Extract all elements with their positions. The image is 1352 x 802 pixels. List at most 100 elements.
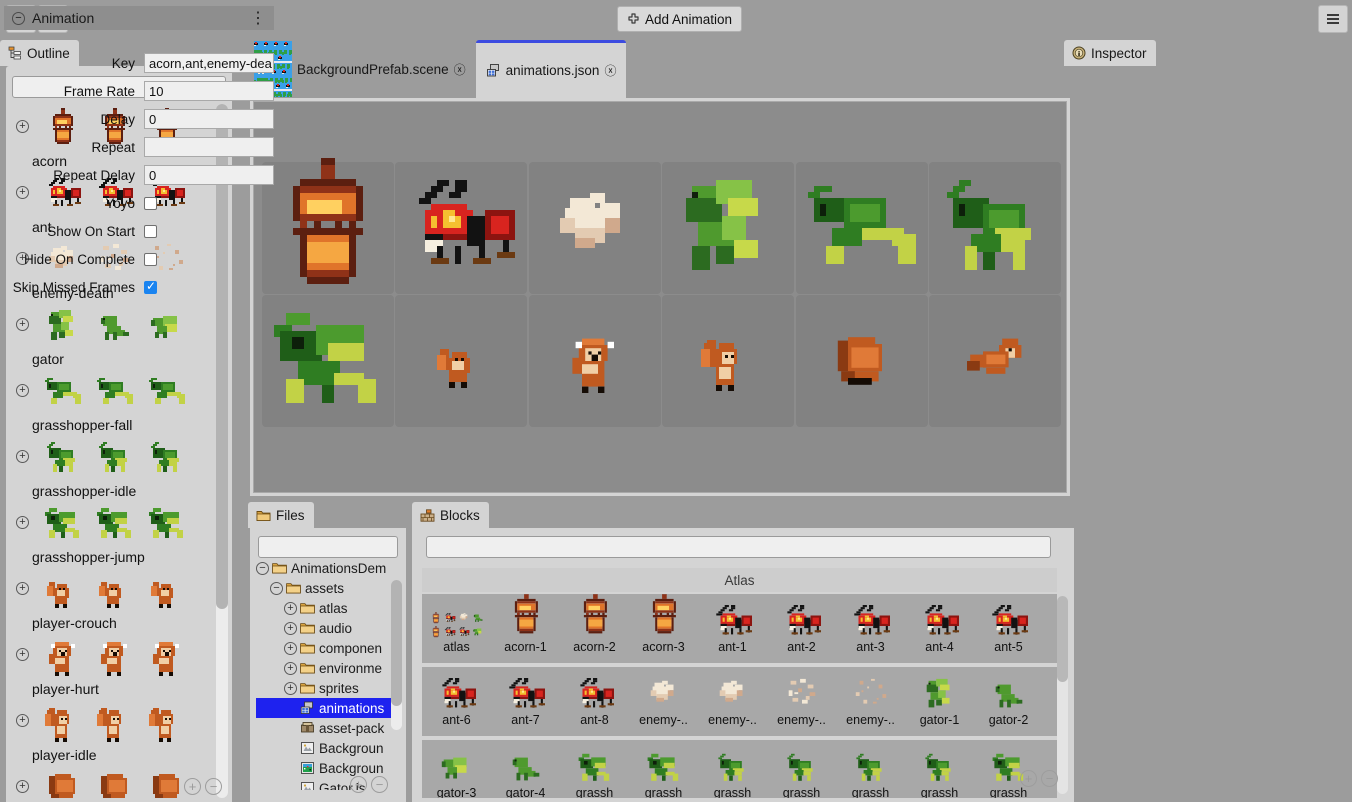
files-zoom-in-button[interactable]: + bbox=[350, 776, 367, 793]
tab-backgroundprefab-scene[interactable]: BackgroundPrefab.scene ⓧ bbox=[244, 40, 476, 98]
tab-animations-json[interactable]: animations.json ⓧ bbox=[475, 40, 627, 98]
inspector-field-checkbox[interactable] bbox=[144, 224, 157, 238]
outline-frame-thumb[interactable] bbox=[90, 302, 140, 350]
outline-item-grasshopper-fall[interactable]: + grasshopper-fall bbox=[10, 368, 222, 434]
block-item-acorn-3[interactable]: acorn-3 bbox=[629, 594, 698, 663]
tree-expand-toggle[interactable]: + bbox=[284, 661, 297, 675]
outline-frame-thumb[interactable] bbox=[142, 632, 192, 680]
tree-expand-toggle[interactable]: + bbox=[284, 621, 297, 635]
tree-item-audio[interactable]: + audio bbox=[256, 618, 400, 638]
main-menu-button[interactable] bbox=[1318, 5, 1348, 33]
outline-expand-toggle[interactable]: + bbox=[16, 582, 29, 595]
inspector-field-input[interactable]: 0 bbox=[144, 165, 274, 185]
block-item-grassh[interactable]: grassh bbox=[560, 740, 629, 798]
player-idle-frame[interactable] bbox=[662, 295, 795, 427]
animation-frames-canvas[interactable] bbox=[253, 101, 1067, 493]
block-item-atlas[interactable]: atlas bbox=[422, 594, 491, 663]
blocks-scrollbar[interactable] bbox=[1057, 596, 1068, 794]
outline-item-gator[interactable]: + gator bbox=[10, 302, 222, 368]
outline-frame-thumb[interactable] bbox=[142, 698, 192, 746]
outline-frame-thumb[interactable] bbox=[90, 434, 140, 482]
outline-expand-toggle[interactable]: + bbox=[16, 516, 29, 529]
tree-expand-toggle[interactable]: − bbox=[256, 561, 269, 575]
player-land-frame[interactable] bbox=[929, 295, 1061, 427]
block-item-grassh[interactable]: grassh bbox=[905, 740, 974, 798]
blocks-scrollbar-thumb[interactable] bbox=[1057, 596, 1068, 682]
block-item-gator-4[interactable]: gator-4 bbox=[491, 740, 560, 798]
outline-frame-thumb[interactable] bbox=[142, 368, 192, 416]
outline-frame-thumb[interactable] bbox=[38, 368, 88, 416]
blocks-zoom-out-button[interactable]: − bbox=[1041, 770, 1058, 787]
outline-frame-thumb[interactable] bbox=[90, 698, 140, 746]
outline-expand-toggle[interactable]: + bbox=[16, 384, 29, 397]
outline-item-grasshopper-jump[interactable]: + grasshopper-jump bbox=[10, 500, 222, 566]
tab-files[interactable]: Files bbox=[248, 502, 314, 528]
tree-item-assets[interactable]: − assets bbox=[256, 578, 400, 598]
files-zoom-out-button[interactable]: − bbox=[371, 776, 388, 793]
block-item-enemy-[interactable]: enemy-.. bbox=[767, 667, 836, 736]
add-animation-button[interactable]: Add Animation bbox=[617, 6, 743, 32]
player-hurt-frame[interactable] bbox=[528, 295, 661, 427]
outline-zoom-out-button[interactable]: − bbox=[205, 778, 222, 795]
blocks-zoom-in-button[interactable]: + bbox=[1020, 770, 1037, 787]
block-item-ant-5[interactable]: ant-5 bbox=[974, 594, 1043, 663]
outline-expand-toggle[interactable]: + bbox=[16, 648, 29, 661]
outline-frame-thumb[interactable] bbox=[142, 434, 192, 482]
outline-expand-toggle[interactable]: + bbox=[16, 450, 29, 463]
block-item-enemy-[interactable]: enemy-.. bbox=[629, 667, 698, 736]
outline-item-player-crouch[interactable]: + player-crouch bbox=[10, 566, 222, 632]
block-item-ant-8[interactable]: ant-8 bbox=[560, 667, 629, 736]
outline-frame-thumb[interactable] bbox=[38, 566, 88, 614]
block-item-enemy-[interactable]: enemy-.. bbox=[836, 667, 905, 736]
block-item-enemy-[interactable]: enemy-.. bbox=[698, 667, 767, 736]
acorn-frame[interactable] bbox=[262, 158, 394, 298]
tree-expand-toggle[interactable]: − bbox=[270, 581, 283, 595]
outline-frame-thumb[interactable] bbox=[38, 302, 88, 350]
tree-item-backgroun[interactable]: Backgroun bbox=[256, 738, 400, 758]
tree-item-animationsdem[interactable]: − AnimationsDem bbox=[256, 558, 400, 578]
outline-item-player-idle[interactable]: + player-idle bbox=[10, 698, 222, 764]
outline-frame-thumb[interactable] bbox=[38, 500, 88, 548]
tab-animations-close[interactable]: ⓧ bbox=[604, 62, 616, 79]
outline-item-player-hurt[interactable]: + player-hurt bbox=[10, 632, 222, 698]
tree-item-backgroun[interactable]: Backgroun bbox=[256, 758, 400, 778]
block-item-ant-1[interactable]: ant-1 bbox=[698, 594, 767, 663]
outline-frame-thumb[interactable] bbox=[38, 632, 88, 680]
outline-frame-thumb[interactable] bbox=[142, 302, 192, 350]
inspector-field-input[interactable]: 0 bbox=[144, 109, 274, 129]
outline-item-grasshopper-idle[interactable]: + grasshopper-idle bbox=[10, 434, 222, 500]
block-item-acorn-2[interactable]: acorn-2 bbox=[560, 594, 629, 663]
enemy-death-frame[interactable] bbox=[528, 162, 661, 294]
player-crouch-frame[interactable] bbox=[395, 295, 528, 427]
inspector-field-checkbox[interactable] bbox=[144, 252, 157, 266]
outline-frame-thumb[interactable] bbox=[38, 698, 88, 746]
inspector-field-checkbox[interactable] bbox=[144, 279, 157, 294]
files-scrollbar[interactable] bbox=[391, 580, 402, 730]
tree-expand-toggle[interactable]: + bbox=[284, 601, 297, 615]
outline-frame-thumb[interactable] bbox=[38, 764, 88, 798]
outline-expand-toggle[interactable]: + bbox=[16, 714, 29, 727]
block-item-ant-3[interactable]: ant-3 bbox=[836, 594, 905, 663]
block-item-acorn-1[interactable]: acorn-1 bbox=[491, 594, 560, 663]
inspector-field-checkbox[interactable] bbox=[144, 196, 157, 210]
gator-frame[interactable] bbox=[662, 162, 795, 294]
grasshopper-idle-frame[interactable] bbox=[929, 162, 1061, 294]
block-item-ant-4[interactable]: ant-4 bbox=[905, 594, 974, 663]
block-item-gator-1[interactable]: gator-1 bbox=[905, 667, 974, 736]
block-item-ant-7[interactable]: ant-7 bbox=[491, 667, 560, 736]
player-jump-frame[interactable] bbox=[795, 295, 928, 427]
tree-expand-toggle[interactable]: + bbox=[284, 681, 297, 695]
block-item-ant-6[interactable]: ant-6 bbox=[422, 667, 491, 736]
ant-frame[interactable] bbox=[395, 162, 528, 294]
outline-frame-thumb[interactable] bbox=[142, 566, 192, 614]
inspector-field-input[interactable]: acorn,ant,enemy-dea bbox=[144, 53, 274, 73]
tree-item-sprites[interactable]: + sprites bbox=[256, 678, 400, 698]
block-item-ant-2[interactable]: ant-2 bbox=[767, 594, 836, 663]
block-item-grassh[interactable]: grassh bbox=[767, 740, 836, 798]
outline-frame-thumb[interactable] bbox=[90, 368, 140, 416]
outline-frame-thumb[interactable] bbox=[38, 434, 88, 482]
outline-zoom-in-button[interactable]: + bbox=[184, 778, 201, 795]
tab-blocks[interactable]: Blocks bbox=[412, 502, 489, 528]
block-item-gator-3[interactable]: gator-3 bbox=[422, 740, 491, 798]
grasshopper-fall-frame[interactable] bbox=[795, 162, 928, 294]
